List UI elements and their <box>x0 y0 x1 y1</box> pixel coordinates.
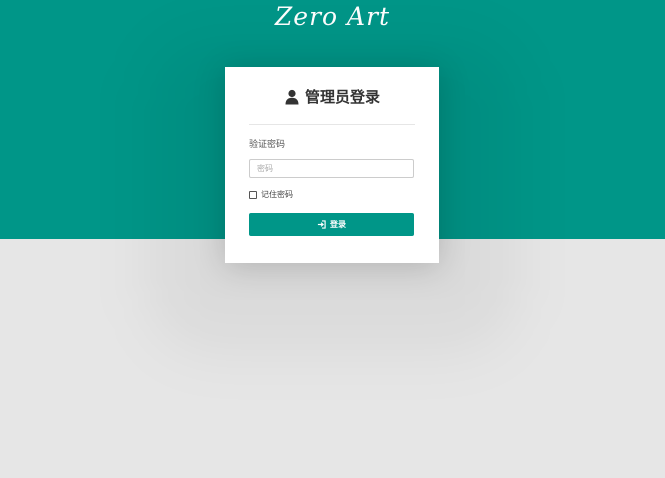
login-title: 管理员登录 <box>304 88 380 106</box>
remember-checkbox[interactable] <box>249 190 257 199</box>
brand-logo: Zero Art <box>274 2 391 31</box>
remember-password-row[interactable]: 记住密码 <box>249 189 415 200</box>
sign-in-icon <box>317 220 326 229</box>
password-input[interactable] <box>249 159 414 178</box>
remember-label: 记住密码 <box>261 190 293 199</box>
password-field-label: 验证密码 <box>249 140 286 150</box>
user-icon <box>284 89 300 105</box>
login-card: 管理员登录 验证密码 记住密码 登录 <box>225 67 439 263</box>
login-button[interactable]: 登录 <box>249 213 414 236</box>
login-button-label: 登录 <box>330 220 346 229</box>
login-page: Zero Art 管理员登录 验证密码 记住密码 登录 <box>0 0 665 478</box>
login-card-header: 管理员登录 <box>249 67 415 125</box>
